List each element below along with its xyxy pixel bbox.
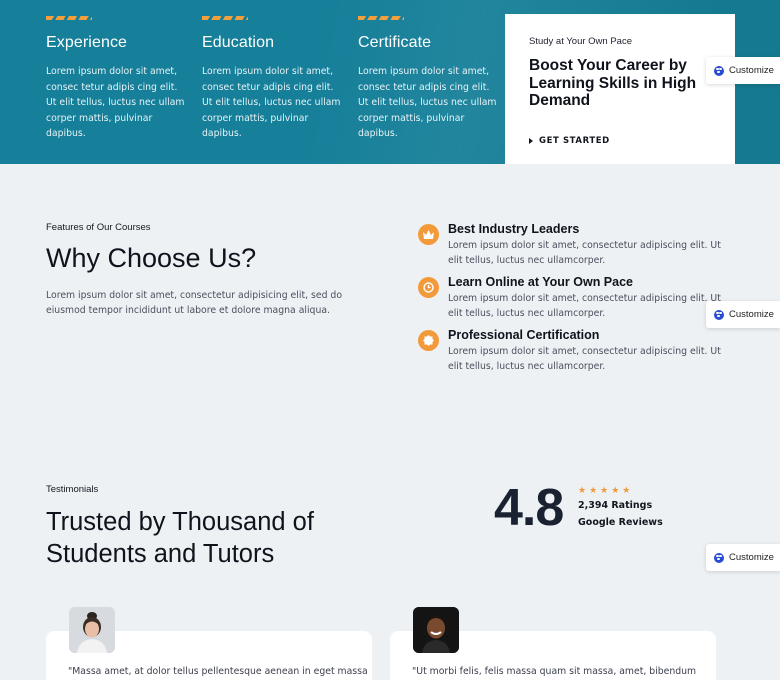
cta-title: Boost Your Career by Learning Skills in … bbox=[529, 57, 697, 109]
feature-education: Education Lorem ipsum dolor sit amet, co… bbox=[202, 16, 342, 142]
reason-text: Lorem ipsum dolor sit amet, consectetur … bbox=[448, 346, 721, 372]
reason-item: Learn Online at Your Own Pace Lorem ipsu… bbox=[418, 275, 738, 320]
feature-certificate: Certificate Lorem ipsum dolor sit amet, … bbox=[358, 16, 498, 142]
palette-icon bbox=[714, 309, 724, 320]
reason-item: Best Industry Leaders Lorem ipsum dolor … bbox=[418, 222, 738, 267]
feature-text: Lorem ipsum dolor sit amet, consec tetur… bbox=[202, 66, 341, 139]
reason-text: Lorem ipsum dolor sit amet, consectetur … bbox=[448, 293, 721, 319]
reason-text: Lorem ipsum dolor sit amet, consectetur … bbox=[448, 240, 721, 266]
section-title: Why Choose Us? bbox=[46, 243, 257, 273]
feature-title: Experience bbox=[46, 34, 128, 51]
reason-title: Professional Certification bbox=[448, 328, 600, 342]
customize-label: Customize bbox=[729, 65, 774, 76]
feature-text: Lorem ipsum dolor sit amet, consec tetur… bbox=[358, 66, 497, 139]
palette-icon bbox=[714, 552, 724, 563]
reason-title: Learn Online at Your Own Pace bbox=[448, 275, 634, 289]
get-started-label: GET STARTED bbox=[539, 136, 610, 146]
customize-button[interactable]: Customize bbox=[706, 57, 780, 84]
testimonials-title: Trusted by Thousand of Students and Tuto… bbox=[46, 506, 314, 570]
customize-button[interactable]: Customize bbox=[706, 301, 780, 328]
rating-score: 4.8 bbox=[494, 479, 564, 537]
crown-icon bbox=[418, 224, 439, 245]
reason-item: Professional Certification Lorem ipsum d… bbox=[418, 328, 738, 373]
clock-icon bbox=[418, 277, 439, 298]
section-description: Lorem ipsum dolor sit amet, consectetur … bbox=[46, 290, 343, 316]
palette-icon bbox=[714, 65, 724, 76]
badge-icon bbox=[418, 330, 439, 351]
stripe-decoration bbox=[358, 16, 404, 20]
feature-text: Lorem ipsum dolor sit amet, consec tetur… bbox=[46, 66, 185, 139]
customize-label: Customize bbox=[729, 309, 774, 320]
section-label: Features of Our Courses bbox=[46, 222, 151, 233]
testimonials-title-line: Trusted by Thousand of bbox=[46, 508, 314, 536]
reason-title: Best Industry Leaders bbox=[448, 222, 580, 236]
play-arrow-icon bbox=[529, 138, 533, 144]
stripe-decoration bbox=[46, 16, 92, 20]
testimonial-quote: "Ut morbi felis, felis massa quam sit ma… bbox=[412, 666, 697, 677]
cta-card: Study at Your Own Pace Boost Your Career… bbox=[505, 14, 735, 164]
feature-title: Education bbox=[202, 34, 275, 51]
customize-button[interactable]: Customize bbox=[706, 544, 780, 571]
testimonial-quote: "Massa amet, at dolor tellus pellentesqu… bbox=[68, 666, 368, 677]
avatar bbox=[69, 607, 115, 653]
testimonials-label: Testimonials bbox=[46, 484, 99, 495]
stripe-decoration bbox=[202, 16, 248, 20]
ratings-count: 2,394 Ratings bbox=[578, 500, 653, 511]
cta-eyebrow: Study at Your Own Pace bbox=[529, 36, 632, 47]
star-rating-icon: ★★★★★ bbox=[578, 486, 634, 496]
reviews-source: Google Reviews bbox=[578, 517, 663, 528]
feature-experience: Experience Lorem ipsum dolor sit amet, c… bbox=[46, 16, 186, 142]
testimonials-title-line: Students and Tutors bbox=[46, 540, 275, 568]
customize-label: Customize bbox=[729, 552, 774, 563]
avatar bbox=[413, 607, 459, 653]
get-started-button[interactable]: GET STARTED bbox=[529, 136, 610, 146]
feature-title: Certificate bbox=[358, 34, 432, 51]
